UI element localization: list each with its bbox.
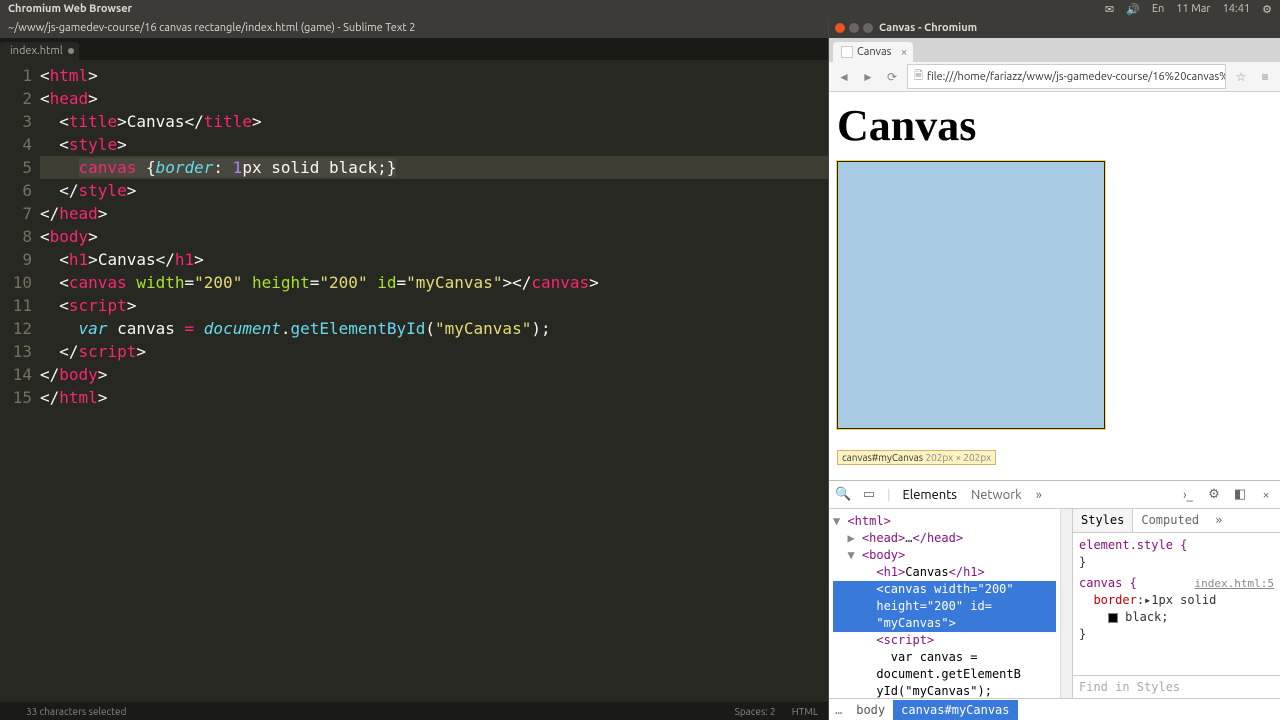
source-link[interactable]: index.html:5 — [1195, 575, 1274, 592]
sublime-tab-bar[interactable]: index.html — [0, 38, 828, 60]
tray-gear-icon[interactable]: ⚙ — [1262, 3, 1272, 16]
tab-network[interactable]: Network — [969, 484, 1024, 506]
dom-selected-row[interactable]: <canvas width="200" — [833, 581, 1056, 598]
crumb-canvas[interactable]: canvas#myCanvas — [893, 700, 1017, 720]
device-icon[interactable]: ▭ — [861, 487, 877, 502]
code-editor[interactable]: 123456789101112131415 <html> <head> <tit… — [0, 60, 828, 702]
gear-icon[interactable]: ⚙ — [1206, 487, 1222, 502]
canvas-element[interactable] — [837, 161, 1105, 429]
crumb-body[interactable]: body — [848, 700, 893, 720]
tab-elements[interactable]: Elements — [901, 484, 959, 506]
search-icon[interactable]: 🔍 — [835, 487, 851, 502]
browser-tab[interactable]: Canvas × — [833, 42, 913, 62]
styles-tabs[interactable]: Styles Computed » — [1073, 509, 1280, 533]
status-indent[interactable]: Spaces: 2 — [735, 706, 776, 717]
dock-icon[interactable]: ◧ — [1232, 487, 1248, 502]
address-bar[interactable]: 🗎 file:///home/fariazz/www/js-gamedev-co… — [907, 64, 1226, 89]
status-selection: 33 characters selected — [26, 706, 126, 717]
close-icon[interactable] — [68, 48, 74, 54]
breadcrumb[interactable]: … body canvas#myCanvas — [829, 698, 1280, 720]
page-title: Canvas — [837, 100, 1272, 151]
tab-styles[interactable]: Styles — [1073, 509, 1133, 532]
styles-rules[interactable]: element.style { } index.html:5 canvas { … — [1073, 533, 1280, 675]
star-icon[interactable]: ☆ — [1232, 70, 1250, 84]
window-controls[interactable] — [835, 23, 873, 33]
chrome-titlebar: Canvas - Chromium — [829, 18, 1280, 38]
dom-tree[interactable]: ▼ <html> ▶ <head>…</head> ▼ <body> <h1>C… — [829, 509, 1060, 698]
active-app-title: Chromium Web Browser — [8, 3, 1105, 15]
inspector-tooltip: canvas#myCanvas 202px × 202px — [837, 450, 996, 465]
styles-filter-input[interactable]: Find in Styles — [1073, 675, 1280, 698]
os-top-bar: Chromium Web Browser ✉ 🔊 En 11 Mar 14:41… — [0, 0, 1280, 18]
browser-toolbar: ◄ ► ⟳ 🗎 file:///home/fariazz/www/js-game… — [829, 62, 1280, 92]
devtools-tabs[interactable]: 🔍 ▭ | Elements Network » ›_ ⚙ ◧ × — [829, 481, 1280, 509]
status-syntax[interactable]: HTML — [792, 706, 818, 717]
tray-lang[interactable]: En — [1152, 3, 1164, 15]
close-devtools-icon[interactable]: × — [1258, 488, 1274, 502]
sublime-statusbar: 33 characters selected Spaces: 2 HTML — [0, 702, 828, 720]
console-toggle-icon[interactable]: ›_ — [1180, 488, 1196, 502]
tray-time: 14:41 — [1223, 3, 1251, 15]
scrollbar[interactable] — [1060, 509, 1072, 698]
tabs-overflow[interactable]: » — [1034, 484, 1044, 506]
close-icon[interactable] — [835, 23, 845, 33]
file-tab[interactable]: index.html — [0, 42, 79, 60]
sublime-titlebar: ~/www/js-gamedev-course/16 canvas rectan… — [0, 18, 828, 38]
tray-date: 11 Mar — [1176, 3, 1210, 15]
source-lines[interactable]: <html> <head> <title>Canvas</title> <sty… — [40, 64, 828, 698]
browser-tab-strip[interactable]: Canvas × — [829, 38, 1280, 62]
close-tab-icon[interactable]: × — [901, 46, 908, 59]
line-gutter: 123456789101112131415 — [0, 64, 40, 698]
forward-button[interactable]: ► — [859, 70, 877, 84]
favicon-icon — [841, 46, 853, 58]
document-icon: 🗎 — [914, 67, 923, 86]
chrome-window: Canvas - Chromium Canvas × ◄ ► ⟳ 🗎 file:… — [828, 18, 1280, 720]
color-swatch-icon[interactable] — [1108, 613, 1118, 623]
system-tray[interactable]: ✉ 🔊 En 11 Mar 14:41 ⚙ — [1105, 3, 1272, 16]
minimize-icon[interactable] — [849, 23, 859, 33]
sublime-window: ~/www/js-gamedev-course/16 canvas rectan… — [0, 18, 828, 720]
back-button[interactable]: ◄ — [835, 70, 853, 84]
reload-button[interactable]: ⟳ — [883, 70, 901, 84]
tray-icon[interactable]: 🔊 — [1126, 3, 1140, 16]
maximize-icon[interactable] — [863, 23, 873, 33]
tray-icon[interactable]: ✉ — [1105, 3, 1114, 16]
devtools-panel: 🔍 ▭ | Elements Network » ›_ ⚙ ◧ × ▼ <htm… — [829, 480, 1280, 720]
menu-icon[interactable]: ≡ — [1256, 70, 1274, 84]
tab-computed[interactable]: Computed — [1133, 509, 1207, 532]
browser-viewport[interactable]: Canvas canvas#myCanvas 202px × 202px — [829, 92, 1280, 480]
tabs-overflow[interactable]: » — [1207, 509, 1230, 532]
styles-pane: Styles Computed » element.style { } inde… — [1072, 509, 1280, 698]
